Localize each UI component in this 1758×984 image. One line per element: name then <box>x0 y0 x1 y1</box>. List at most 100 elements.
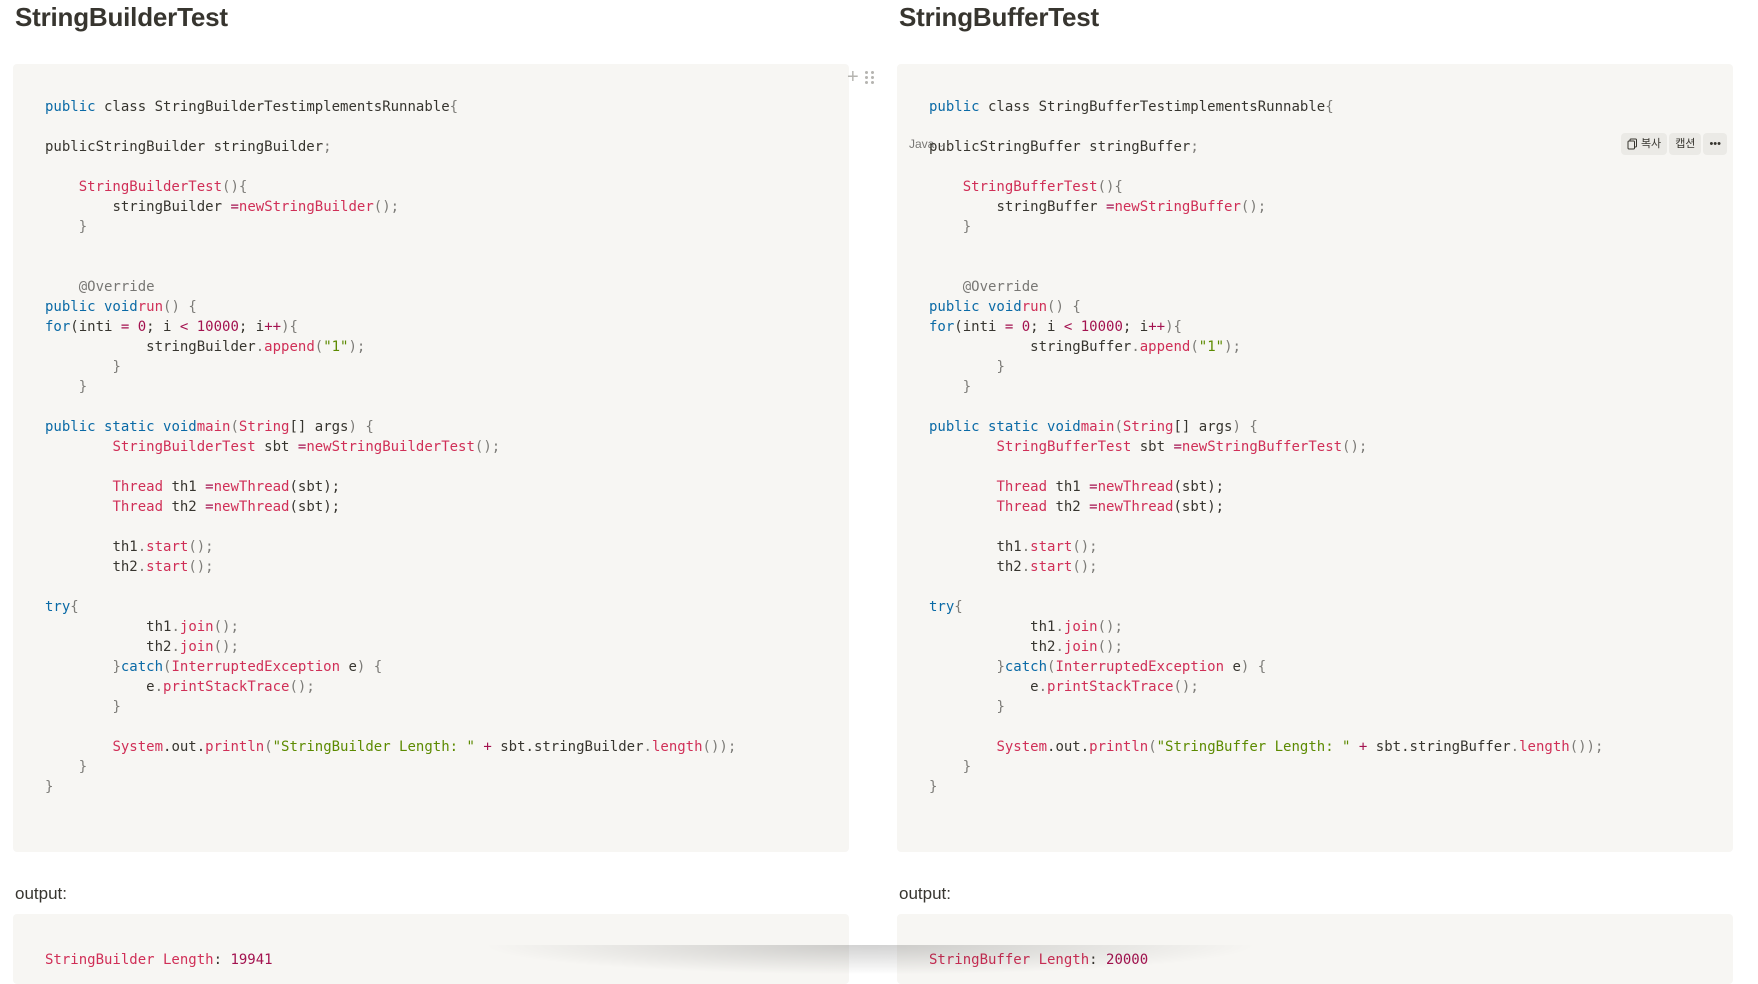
code-token: "1" <box>323 339 349 355</box>
code-token: sbt <box>1131 439 1174 455</box>
code-token: join <box>1063 639 1098 655</box>
code-token: (){ <box>1097 179 1123 195</box>
code-token: String <box>1122 419 1174 435</box>
code-token: ){ <box>1165 319 1182 335</box>
output-block-left[interactable]: StringBuilder Length: 19941 <box>13 914 849 984</box>
code-token: ( <box>1148 739 1157 755</box>
output-text-right: StringBuffer Length: 20000 <box>929 950 1148 970</box>
code-token: e <box>340 659 357 675</box>
code-token: sbt <box>1375 739 1402 755</box>
code-token: InterruptedException <box>171 659 341 675</box>
code-token: Thread <box>112 479 164 495</box>
code-token: public <box>929 299 980 315</box>
code-token: < <box>179 319 197 335</box>
code-token: append <box>1139 339 1191 355</box>
drag-handle-icon[interactable] <box>864 70 874 84</box>
code-token: . <box>171 639 180 655</box>
output-key: StringBuilder Length <box>45 952 214 968</box>
code-token: for <box>45 319 71 335</box>
code-token: join <box>179 619 214 635</box>
code-token: Runnable <box>382 99 450 115</box>
code-token: start <box>146 559 189 575</box>
code-token: ++ <box>1148 319 1166 335</box>
code-token: (); <box>1072 539 1098 555</box>
code-token: "StringBuilder Length: " <box>272 739 475 755</box>
code-token: . <box>1021 539 1031 555</box>
code-token: StringBuilderTest <box>78 179 223 195</box>
code-block-left[interactable]: public class StringBuilderTestimplements… <box>13 64 849 852</box>
code-token: e <box>1224 659 1241 675</box>
code-token: th1 <box>996 539 1022 555</box>
code-token: (sbt); <box>289 479 341 495</box>
output-key: StringBuffer Length <box>929 952 1090 968</box>
code-text-left[interactable]: public class StringBuilderTestimplements… <box>45 97 736 797</box>
code-token: ( <box>230 419 239 435</box>
code-token: ; i <box>146 319 180 335</box>
more-options-button[interactable]: ••• <box>1703 133 1727 155</box>
output-block-right[interactable]: StringBuffer Length: 20000 <box>897 914 1733 984</box>
copy-icon <box>1627 138 1637 150</box>
code-token: } <box>962 379 972 395</box>
code-token: = <box>1004 319 1022 335</box>
code-token: { <box>954 599 963 615</box>
code-token: (); <box>1097 639 1123 655</box>
code-token: (); <box>1240 199 1267 215</box>
page-heading-left: StringBuilderTest <box>15 2 228 32</box>
code-token: new <box>306 439 332 455</box>
code-token: "StringBuffer Length: " <box>1156 739 1351 755</box>
code-token: . <box>1055 639 1064 655</box>
code-token: new <box>1097 499 1123 515</box>
code-token: new <box>1114 199 1140 215</box>
code-block-right[interactable]: Java ⌄ public class StringBufferTestimpl… <box>897 64 1733 852</box>
code-token: { <box>449 99 459 115</box>
code-token: StringBuilderTest <box>154 99 298 115</box>
code-token: (sbt); <box>1173 479 1225 495</box>
code-token: 0 <box>1021 319 1031 335</box>
code-token: .stringBuilder <box>525 739 644 755</box>
code-token: StringBuilder <box>95 139 206 155</box>
code-token: .stringBuffer <box>1401 739 1511 755</box>
code-token: (); <box>1342 439 1368 455</box>
code-token: void <box>979 299 1022 315</box>
page-heading-right: StringBufferTest <box>899 2 1099 32</box>
code-token: Thread <box>238 499 290 515</box>
code-token: . <box>1038 679 1048 695</box>
code-token: th1 <box>1030 619 1056 635</box>
code-token: StringBufferTest <box>1207 439 1343 455</box>
code-token: . <box>154 679 164 695</box>
code-token: ()); <box>1569 739 1604 755</box>
code-token: (); <box>188 539 214 555</box>
code-token: @Override <box>962 279 1039 295</box>
code-token: ; i <box>1122 319 1149 335</box>
caption-button[interactable]: 캡션 <box>1669 133 1702 155</box>
code-token: @Override <box>78 279 155 295</box>
code-token: = <box>230 199 239 215</box>
code-token: ); <box>1224 339 1241 355</box>
code-token: InterruptedException <box>1055 659 1225 675</box>
code-token: String <box>238 419 290 435</box>
code-token: { <box>1325 99 1334 115</box>
copy-button[interactable]: 복사 <box>1620 133 1668 155</box>
code-token: new <box>213 479 239 495</box>
code-token: StringBufferTest <box>962 179 1098 195</box>
code-token: } <box>78 759 88 775</box>
output-sep: : <box>213 952 231 968</box>
code-token: e <box>1030 679 1039 695</box>
code-token: ); <box>348 339 366 355</box>
code-token: (); <box>289 679 315 695</box>
code-token: (int <box>954 319 989 335</box>
code-token: run <box>1021 299 1048 315</box>
code-token: implements <box>297 99 383 115</box>
code-token: th1 <box>146 619 172 635</box>
code-token: static <box>95 419 155 435</box>
code-token: stringBuilder <box>146 339 256 355</box>
add-block-icon[interactable]: + <box>847 67 859 87</box>
code-token: 10000 <box>196 319 239 335</box>
code-token: (); <box>1097 619 1123 635</box>
code-text-right[interactable]: public class StringBufferTestimplementsR… <box>929 97 1603 797</box>
code-token: public <box>929 139 980 155</box>
code-token: public <box>929 99 980 115</box>
code-token: (sbt); <box>1173 499 1225 515</box>
code-token: + <box>1350 739 1376 755</box>
code-token: run <box>137 299 164 315</box>
